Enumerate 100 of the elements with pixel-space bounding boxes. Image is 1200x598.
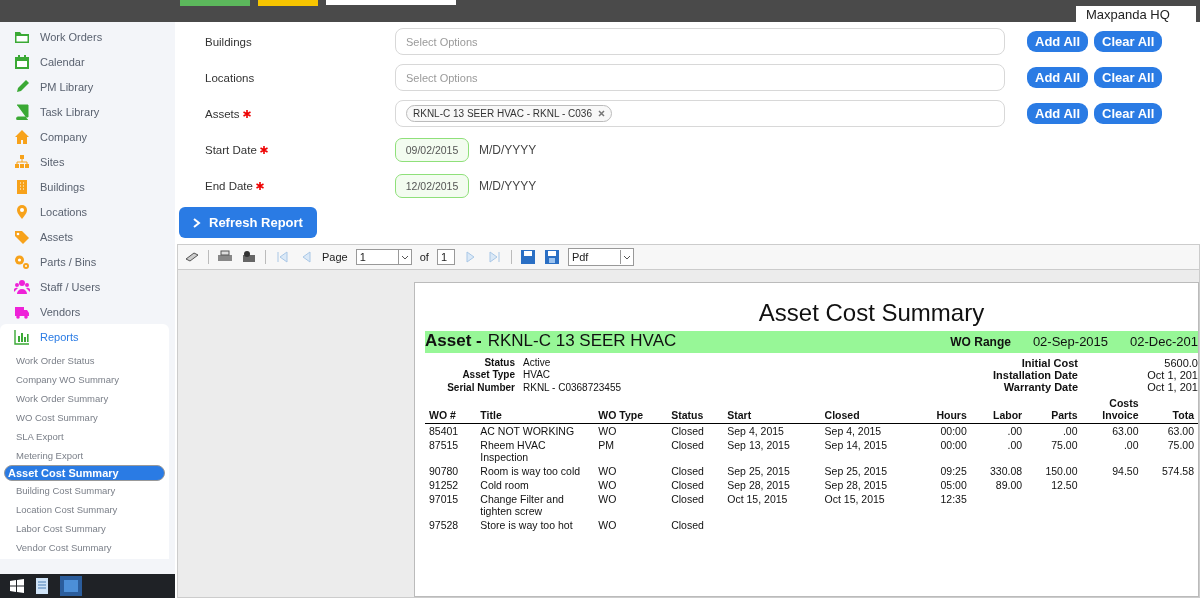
column-header: Status — [671, 409, 704, 421]
add-all-button[interactable]: Add All — [1027, 67, 1088, 88]
table-cell: Closed — [671, 493, 704, 505]
table-cell: Change Filter and tighten screw — [480, 493, 564, 517]
report-link[interactable]: WO Cost Summary — [4, 408, 165, 427]
table-cell: 05:00 — [940, 479, 967, 491]
select-field[interactable]: Select Options — [395, 28, 1005, 55]
clear-all-button[interactable]: Clear All — [1094, 31, 1163, 52]
report-link[interactable]: SLA Export — [4, 427, 165, 446]
add-all-button[interactable]: Add All — [1027, 31, 1088, 52]
table-cell: 00:00 — [940, 439, 967, 451]
sidebar-item[interactable]: Task Library — [0, 99, 175, 124]
date-field[interactable]: 12/02/2015 — [395, 173, 469, 198]
column-header: Labor — [992, 409, 1023, 421]
table-cell: 85401 — [429, 425, 459, 437]
sidebar-item[interactable]: PM Library — [0, 74, 175, 99]
detail-value: HVAC — [523, 369, 552, 381]
table-cell: 94.50 — [1112, 465, 1139, 477]
table-cell: Rheem HVAC Inspection — [480, 439, 546, 463]
table-cell: 63.00 — [1167, 425, 1194, 437]
table-cell: 00:00 — [940, 425, 967, 437]
table-cell: Closed — [671, 425, 704, 437]
select-field[interactable]: RKNL-C 13 SEER HVAC - RKNL - C036 — [395, 100, 1005, 127]
report-link[interactable]: Work Order Summary — [4, 389, 165, 408]
table-cell: 150.00 — [1045, 465, 1078, 477]
table-cell: 97015 — [429, 493, 459, 505]
report-link[interactable]: Work Order Status — [4, 351, 165, 370]
clear-all-button[interactable]: Clear All — [1094, 67, 1163, 88]
detail-label: Asset Type — [461, 369, 515, 381]
page-select[interactable]: 1 — [355, 249, 412, 265]
table-cell: Store is way too hot — [480, 519, 573, 531]
add-all-button[interactable]: Add All — [1027, 103, 1088, 124]
detail-label: Warranty Date — [1002, 381, 1078, 393]
column-header: Title — [480, 409, 502, 421]
table-cell: WO — [598, 465, 617, 477]
column-group-header: Costs — [1108, 397, 1139, 409]
report-link[interactable]: Location Cost Summary — [4, 500, 165, 519]
table-cell: WO — [598, 425, 617, 437]
table-cell: 89.00 — [995, 479, 1023, 491]
table-cell: 12.50 — [1051, 479, 1078, 491]
select-field[interactable]: Select Options — [395, 64, 1005, 91]
table-cell: Sep 28, 2015 — [727, 479, 790, 491]
save-icon[interactable] — [519, 249, 536, 265]
table-cell: 90780 — [429, 465, 459, 477]
windows-icon[interactable] — [10, 579, 24, 593]
refresh-report-button[interactable]: Refresh Report — [179, 207, 317, 238]
site-selector[interactable]: Maxpanda HQ — [1076, 6, 1196, 23]
sidebar-item[interactable]: Reports — [0, 324, 169, 349]
detail-value: 5600.0 — [1163, 357, 1198, 369]
app-icon[interactable] — [60, 576, 82, 596]
report-link[interactable]: Labor Cost Summary — [4, 519, 165, 538]
table-cell: Sep 4, 2015 — [824, 425, 882, 437]
report-link[interactable]: Company WO Summary — [4, 370, 165, 389]
last-page-icon[interactable] — [486, 249, 503, 265]
sidebar-item[interactable]: Staff / Users — [0, 274, 175, 299]
sidebar-item[interactable]: Assets — [0, 224, 175, 249]
table-cell: Room is way too cold — [480, 465, 581, 477]
table-cell: 330.08 — [990, 465, 1023, 477]
table-cell: Sep 13, 2015 — [727, 439, 790, 451]
export-icon[interactable] — [241, 249, 257, 265]
column-header: WO Type — [598, 409, 644, 421]
report-link[interactable]: Vendor Cost Summary — [4, 538, 165, 557]
search-field[interactable] — [326, 0, 456, 5]
report-link[interactable]: Building Cost Summary — [4, 481, 165, 500]
column-header: Tota — [1172, 409, 1194, 421]
sidebar-item[interactable]: Locations — [0, 199, 175, 224]
table-cell: Closed — [671, 519, 704, 531]
sidebar-item[interactable]: Sites — [0, 149, 175, 174]
table-cell: .00 — [1007, 439, 1023, 451]
sidebar-item[interactable]: Vendors — [0, 299, 175, 324]
document-icon[interactable] — [36, 578, 48, 594]
page-count: 1 — [436, 249, 455, 265]
detail-label: Installation Date — [993, 369, 1078, 381]
field-label: Assets — [205, 107, 240, 120]
report-link[interactable]: Metering Export — [4, 446, 165, 465]
range-start: 02-Sep-2015 — [1032, 334, 1109, 349]
sidebar-item[interactable]: Company — [0, 124, 175, 149]
asset-label: Asset - — [425, 331, 482, 351]
table-cell: WO — [598, 519, 617, 531]
sidebar-item[interactable]: Buildings — [0, 174, 175, 199]
sidebar-item[interactable]: Calendar — [0, 49, 175, 74]
table-cell: Cold room — [480, 479, 529, 491]
sidebar-item[interactable]: Work Orders — [0, 24, 175, 49]
date-field[interactable]: 09/02/2015 — [395, 137, 469, 162]
detail-value: Active — [523, 357, 552, 369]
table-cell: 12:35 — [940, 493, 967, 505]
clear-all-button[interactable]: Clear All — [1094, 103, 1163, 124]
sidebar-item[interactable]: Parts / Bins — [0, 249, 175, 274]
save-icon[interactable] — [543, 249, 560, 265]
column-header: Hours — [936, 409, 967, 421]
table-cell: 97528 — [429, 519, 459, 531]
format-select[interactable]: Pdf — [567, 248, 634, 266]
range-end: 02-Dec-201 — [1130, 334, 1198, 349]
table-cell: Oct 15, 2015 — [727, 493, 788, 505]
first-page-icon[interactable] — [274, 249, 290, 265]
column-header: Parts — [1051, 409, 1078, 421]
remove-icon[interactable] — [597, 110, 605, 117]
chevron-icon — [193, 217, 201, 228]
field-label: Start Date — [205, 143, 257, 156]
report-link[interactable]: Asset Cost Summary — [4, 465, 165, 481]
